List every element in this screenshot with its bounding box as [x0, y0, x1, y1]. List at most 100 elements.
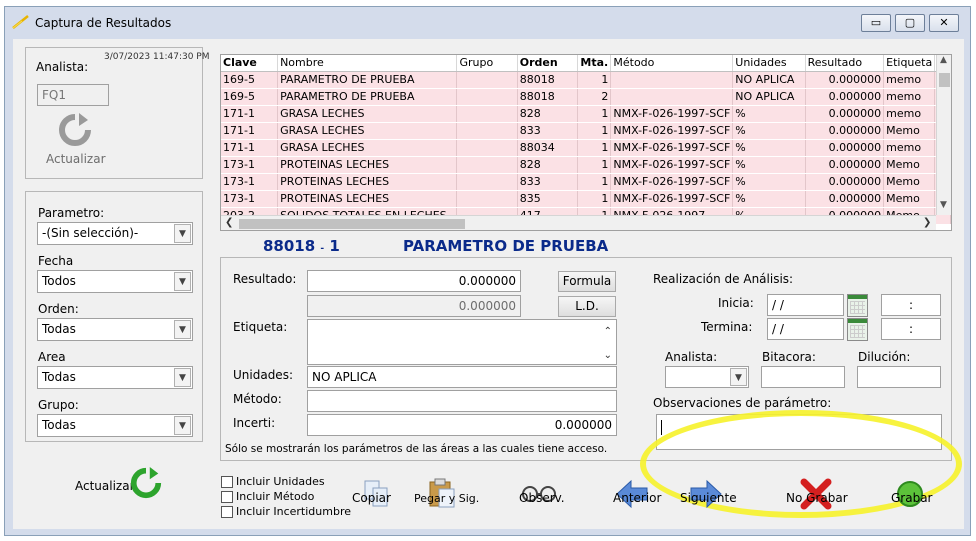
- column-header[interactable]: Orden: [517, 55, 579, 72]
- column-header[interactable]: Unidades: [732, 55, 806, 72]
- incluir-unidades-checkbox[interactable]: [221, 476, 233, 488]
- chevron-down-icon: ▼: [174, 272, 191, 291]
- table-cell: %: [732, 105, 806, 123]
- table-cell: 1: [577, 190, 612, 208]
- scroll-up-icon[interactable]: ⌃: [604, 322, 612, 342]
- calendar-icon[interactable]: [847, 294, 868, 317]
- metodo-field[interactable]: [307, 390, 617, 412]
- table-cell: 0.000000: [805, 173, 885, 191]
- column-header[interactable]: Mta.: [577, 55, 612, 72]
- table-row[interactable]: 171-1 GRASA LECHES 828 1 NMX-F-026-1997-SCF%…: [221, 105, 951, 123]
- table-row[interactable]: 171-1 GRASA LECHES 833 1 NMX-F-026-1997-SCF%…: [221, 122, 951, 140]
- scroll-up-icon[interactable]: ▲: [940, 55, 947, 65]
- column-header[interactable]: Resultado: [805, 55, 885, 72]
- anterior-button[interactable]: Anterior: [613, 491, 661, 505]
- copiar-button[interactable]: Copiar: [352, 491, 391, 505]
- analista-label: Analista:: [36, 60, 89, 74]
- scroll-left-icon[interactable]: ❮: [225, 217, 233, 228]
- table-row[interactable]: 173-1 PROTEINAS LECHES 833 1 NMX-F-026-1997-…: [221, 173, 951, 191]
- table-row[interactable]: 169-5 PARAMETRO DE PRUEBA 88018 1 NO APLICA 0…: [221, 71, 951, 89]
- calendar-icon[interactable]: [847, 318, 868, 341]
- table-row[interactable]: 169-5 PARAMETRO DE PRUEBA 88018 2 NO APLICA 0…: [221, 88, 951, 106]
- formula-button[interactable]: Formula: [558, 271, 616, 292]
- table-cell: GRASA LECHES: [277, 139, 458, 157]
- inicia-time-field[interactable]: :: [881, 294, 941, 316]
- analista-detail-select[interactable]: ▼: [665, 366, 749, 388]
- area-select[interactable]: Todas ▼: [37, 366, 193, 389]
- actualizar-bottom-button[interactable]: Actualizar: [75, 479, 135, 493]
- ld-field[interactable]: 0.000000: [307, 295, 521, 317]
- table-cell: 828: [517, 156, 579, 174]
- incluir-metodo-checkbox[interactable]: [221, 491, 233, 503]
- scroll-down-icon[interactable]: ▼: [940, 200, 947, 210]
- refresh-icon[interactable]: [57, 112, 93, 148]
- incerti-field[interactable]: 0.000000: [307, 414, 617, 436]
- chevron-down-icon: ▼: [730, 368, 747, 386]
- etiqueta-label: Etiqueta:: [233, 320, 288, 334]
- column-header[interactable]: Método: [610, 55, 734, 72]
- h-scroll-thumb[interactable]: [239, 219, 465, 229]
- table-row[interactable]: 173-1 PROTEINAS LECHES 828 1 NMX-F-026-1997-…: [221, 156, 951, 174]
- column-header[interactable]: Nombre: [277, 55, 458, 72]
- ld-button[interactable]: L.D.: [558, 296, 616, 317]
- table-cell: 1: [577, 156, 612, 174]
- table-cell: NMX-F-026-1997-SCF: [610, 156, 734, 174]
- refresh-green-icon[interactable]: [129, 466, 163, 500]
- unidades-field[interactable]: NO APLICA: [307, 366, 617, 388]
- order-separator: -: [320, 244, 325, 254]
- scroll-right-icon[interactable]: ❯: [923, 217, 931, 228]
- grupo-select[interactable]: Todas ▼: [37, 414, 193, 437]
- resultado-field[interactable]: 0.000000: [307, 270, 521, 292]
- results-grid[interactable]: Clave Nombre Grupo Orden Mta. Método Unidades R…: [220, 54, 952, 231]
- bitacora-field[interactable]: [761, 366, 845, 388]
- vertical-scrollbar[interactable]: ▲ ▼: [936, 55, 951, 215]
- minimize-button[interactable]: ▭: [861, 14, 891, 32]
- dilucion-field[interactable]: [857, 366, 941, 388]
- table-cell: PARAMETRO DE PRUEBA: [277, 88, 458, 106]
- chevron-down-icon: ▼: [174, 416, 191, 435]
- scroll-thumb[interactable]: [939, 73, 950, 87]
- horizontal-scrollbar[interactable]: ❮ ❯: [221, 215, 936, 230]
- inicia-date-field[interactable]: / /: [767, 294, 844, 316]
- timestamp: 3/07/2023 11:47:30 PM: [104, 52, 210, 62]
- termina-date-field[interactable]: / /: [767, 318, 844, 340]
- parametro-select[interactable]: -(Sin selección)- ▼: [37, 222, 193, 245]
- mta-number: 1: [329, 237, 340, 255]
- table-cell: %: [732, 173, 806, 191]
- grabar-button[interactable]: Grabar: [891, 491, 933, 505]
- table-cell: GRASA LECHES: [277, 105, 458, 123]
- column-header[interactable]: Clave: [221, 55, 279, 72]
- orden-select[interactable]: Todas ▼: [37, 318, 193, 341]
- app-icon: [12, 15, 29, 29]
- column-header[interactable]: Grupo: [456, 55, 518, 72]
- no-grabar-button[interactable]: No Grabar: [786, 491, 848, 505]
- analista-panel: 3/07/2023 11:47:30 PM Analista: FQ1 Actu…: [25, 47, 209, 179]
- column-header[interactable]: Etiqueta: [883, 55, 936, 72]
- table-row[interactable]: 171-1 GRASA LECHES 88034 1 NMX-F-026-1997-SC…: [221, 139, 951, 157]
- maximize-button[interactable]: ▢: [895, 14, 925, 32]
- dilucion-label: Dilución:: [858, 350, 911, 364]
- table-cell: 88018: [517, 71, 579, 89]
- scroll-down-icon[interactable]: ⌄: [604, 346, 612, 364]
- text-cursor: [661, 420, 662, 435]
- table-cell: %: [732, 156, 806, 174]
- termina-time-field[interactable]: :: [881, 318, 941, 340]
- fecha-select[interactable]: Todos ▼: [37, 270, 193, 293]
- observ-button[interactable]: Observ.: [519, 491, 565, 505]
- resultado-label: Resultado:: [233, 272, 297, 286]
- table-cell: 88034: [517, 139, 579, 157]
- siguiente-button[interactable]: Siguiente: [680, 491, 737, 505]
- actualizar-top-button[interactable]: Actualizar: [46, 152, 106, 166]
- etiqueta-field[interactable]: ⌃ ⌄: [307, 319, 617, 365]
- obs-label: Observaciones de parámetro:: [653, 396, 832, 410]
- captura-window: Captura de Resultados ▭ ▢ ✕ 3/07/2023 11…: [4, 6, 971, 536]
- close-button[interactable]: ✕: [929, 14, 959, 32]
- area-label: Area: [38, 350, 66, 364]
- orden-label: Orden:: [38, 302, 79, 316]
- incluir-incertidumbre-checkbox[interactable]: [221, 506, 233, 518]
- table-cell: 1: [577, 71, 612, 89]
- table-cell: Memo: [883, 173, 936, 191]
- analista-field[interactable]: FQ1: [37, 84, 109, 106]
- pegar-sig-button[interactable]: Pegar y Sig.: [414, 492, 479, 505]
- table-row[interactable]: 173-1 PROTEINAS LECHES 835 1 NMX-F-026-1997-…: [221, 190, 951, 208]
